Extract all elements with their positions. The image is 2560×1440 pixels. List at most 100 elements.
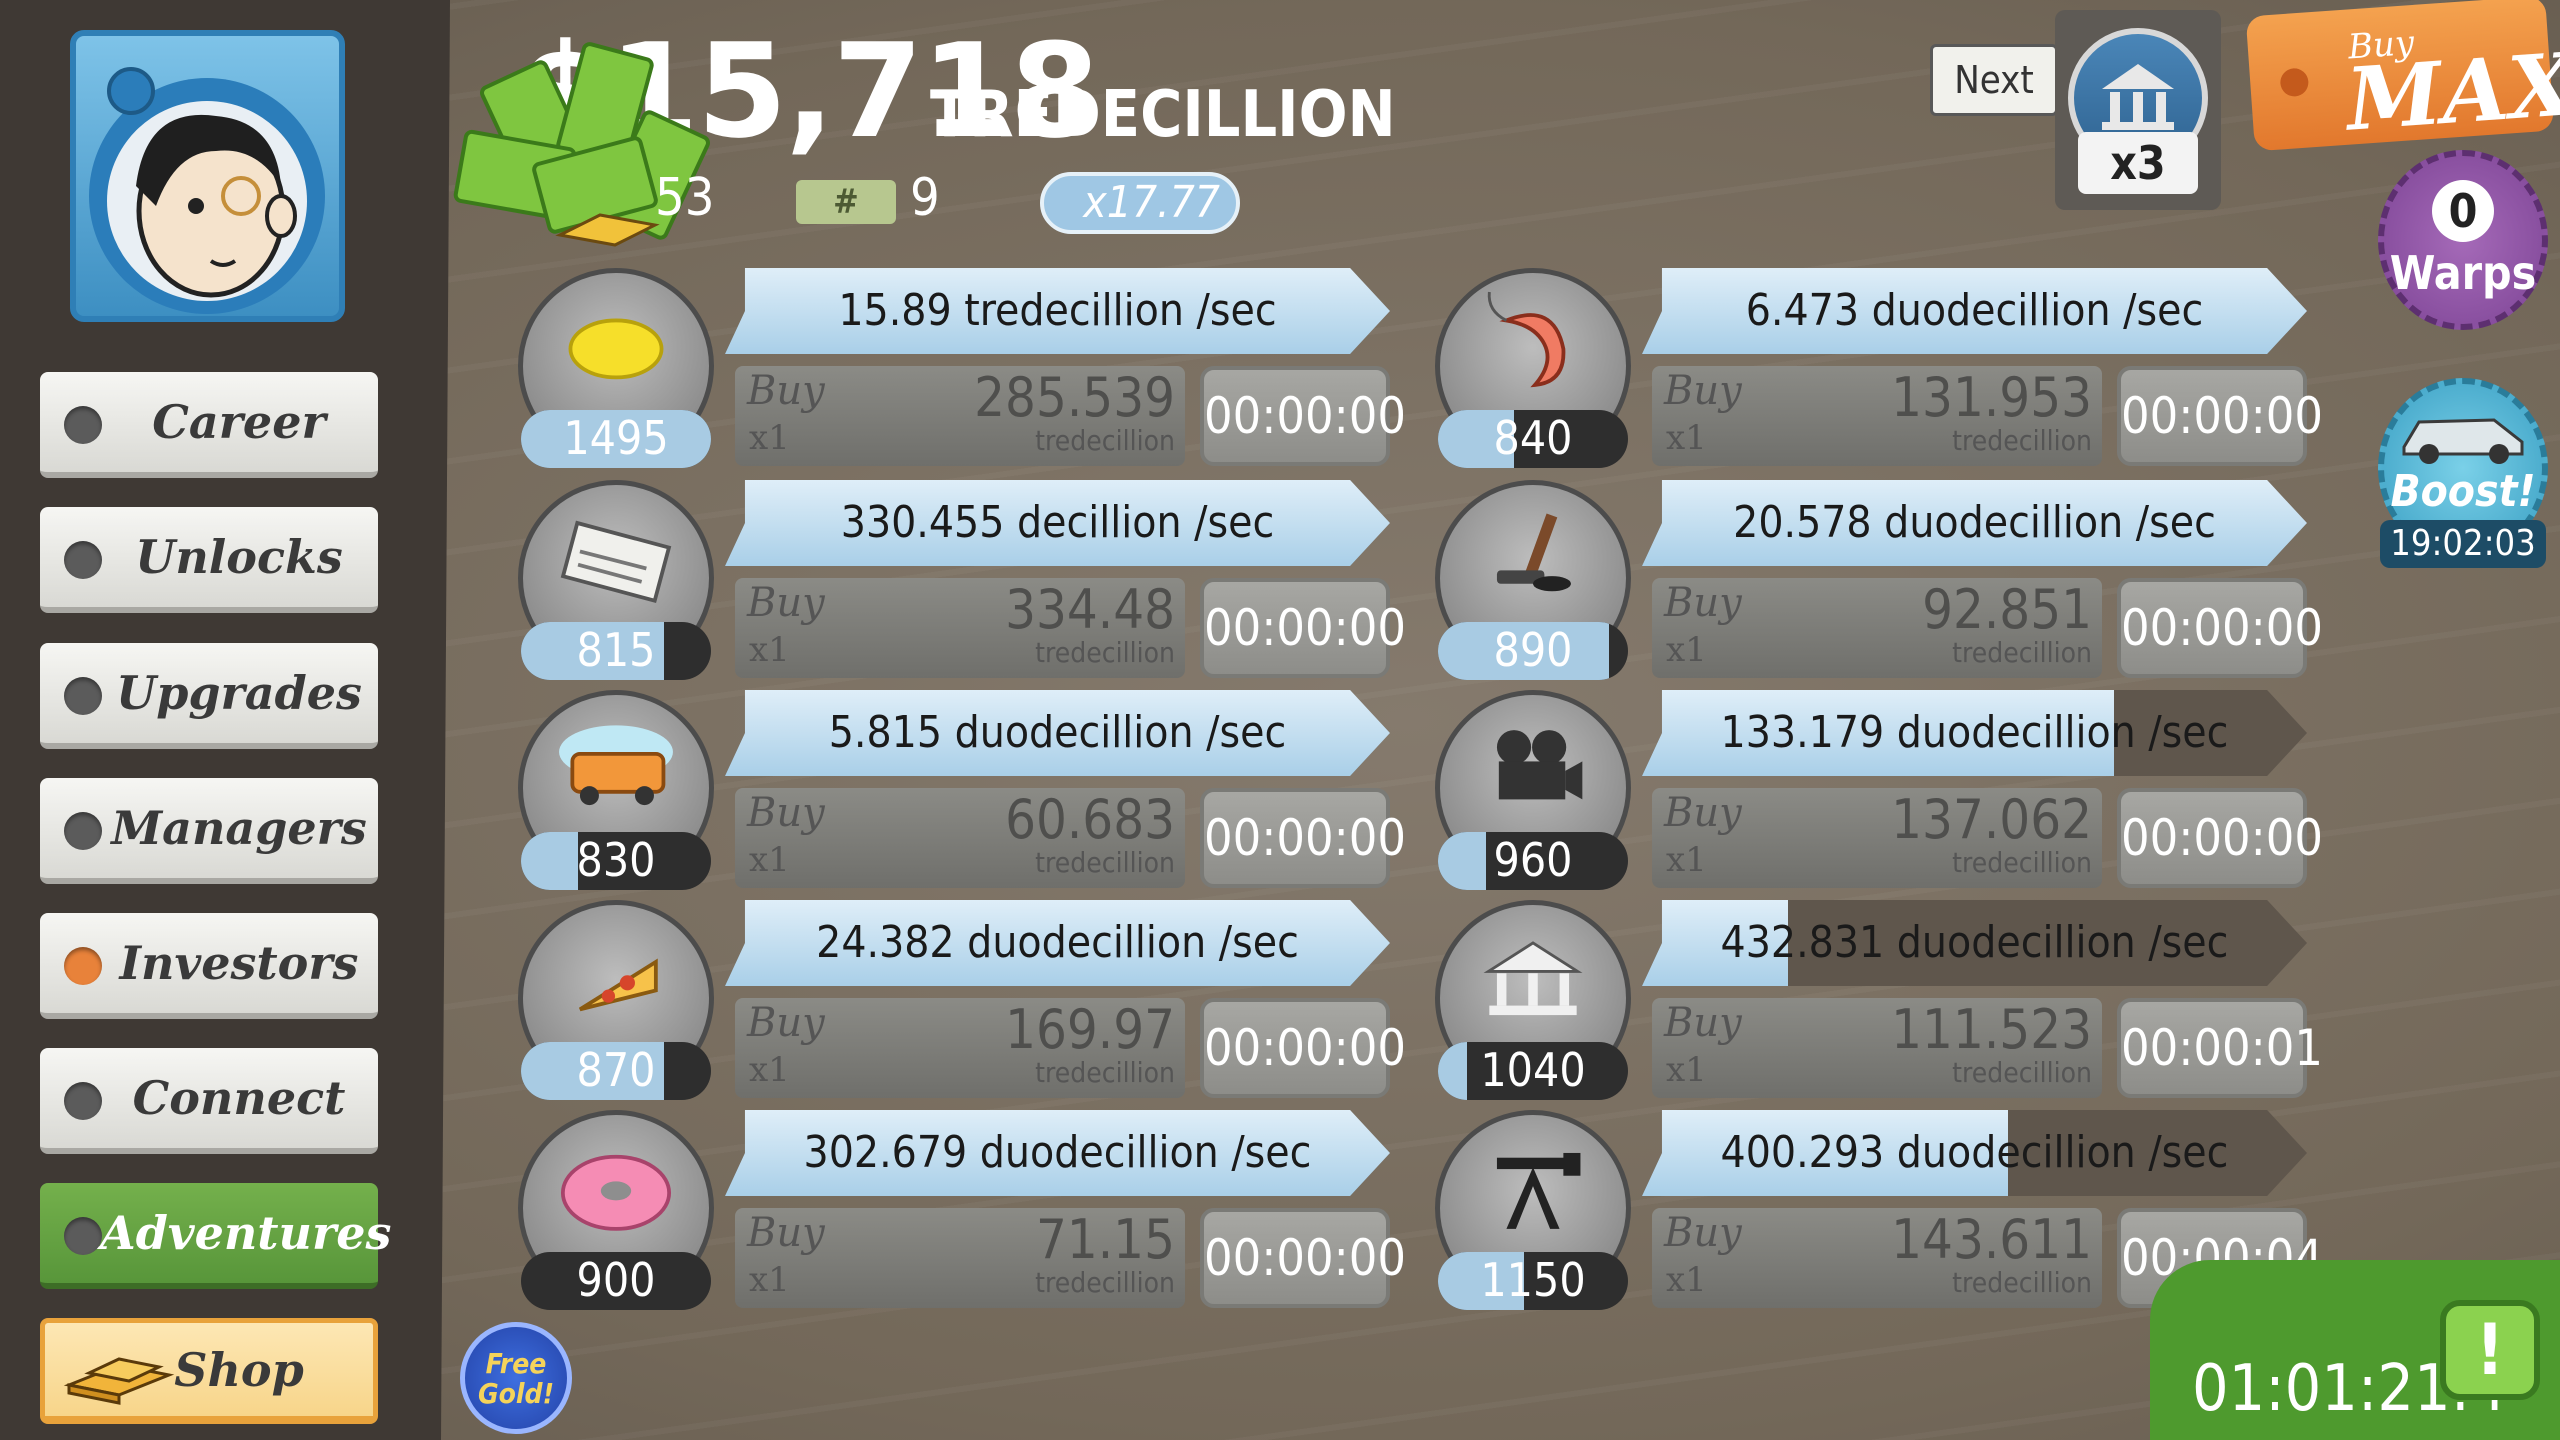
buy-business-button[interactable]: Buy x1 137.062 tredecillion xyxy=(1652,788,2102,888)
indicator-dot xyxy=(64,1082,102,1120)
business-count: 900 xyxy=(521,1252,711,1310)
revenue-progress-bar[interactable]: 15.89 tredecillion /sec xyxy=(725,268,1390,354)
business-count-value: 1495 xyxy=(563,411,669,465)
buy-quantity: x1 xyxy=(1666,840,1707,880)
buy-label: Buy xyxy=(747,790,825,836)
revenue-rate: 330.455 decillion /sec xyxy=(840,497,1275,548)
warps-label: Warps xyxy=(2389,246,2537,300)
sidebar-item-adventures[interactable]: Adventures xyxy=(40,1183,391,1289)
revenue-progress-bar[interactable]: 400.293 duodecillion /sec xyxy=(1642,1110,2307,1196)
business-timer: 00:00:00 xyxy=(2117,578,2323,678)
business-count-value: 1040 xyxy=(1480,1043,1586,1097)
sidebar-item-unlocks[interactable]: Unlocks xyxy=(40,507,378,613)
indicator-dot xyxy=(64,541,102,579)
business-count-value: 830 xyxy=(576,833,656,887)
business-timer: 00:00:01 xyxy=(2117,998,2323,1098)
buy-cost-unit: tredecillion xyxy=(1035,1266,1175,1299)
buy-cost-unit: tredecillion xyxy=(1952,1266,2092,1299)
buy-cost: 92.851 xyxy=(1922,578,2092,641)
buy-business-button[interactable]: Buy x1 143.611 tredecillion xyxy=(1652,1208,2102,1308)
warps-count: 0 xyxy=(2432,180,2494,242)
buy-label: Buy xyxy=(747,368,825,414)
buy-cost-unit: tredecillion xyxy=(1952,846,2092,879)
buy-label: Buy xyxy=(1664,368,1742,414)
revenue-progress-bar[interactable]: 133.179 duodecillion /sec xyxy=(1642,690,2307,776)
buy-quantity: x1 xyxy=(749,630,790,670)
free-gold-button[interactable]: Free Gold! xyxy=(460,1322,572,1434)
business-count-value: 890 xyxy=(1493,623,1573,677)
buy-label: Buy xyxy=(1664,790,1742,836)
revenue-rate: 6.473 duodecillion /sec xyxy=(1745,285,2204,336)
buy-cost-unit: tredecillion xyxy=(1952,636,2092,669)
business-count: 1040 xyxy=(1438,1042,1628,1100)
buy-business-button[interactable]: Buy x1 92.851 tredecillion xyxy=(1652,578,2102,678)
next-unlock-button[interactable]: Next xyxy=(1930,44,2058,116)
sidebar-item-upgrades[interactable]: Upgrades xyxy=(40,643,378,749)
buy-business-button[interactable]: Buy x1 169.97 tredecillion xyxy=(735,998,1185,1098)
megabucks-icon: # xyxy=(796,180,896,224)
avatar[interactable] xyxy=(70,30,345,322)
buy-quantity: x1 xyxy=(1666,418,1707,458)
buy-cost: 334.48 xyxy=(1005,578,1175,641)
revenue-progress-bar[interactable]: 6.473 duodecillion /sec xyxy=(1642,268,2307,354)
revenue-progress-bar[interactable]: 24.382 duodecillion /sec xyxy=(725,900,1390,986)
buy-business-button[interactable]: Buy x1 111.523 tredecillion xyxy=(1652,998,2102,1098)
buy-cost: 60.683 xyxy=(1005,788,1175,851)
sidebar-item-connect[interactable]: Connect xyxy=(40,1048,378,1154)
buy-cost: 285.539 xyxy=(974,366,1175,429)
buy-label: Buy xyxy=(747,1000,825,1046)
sidebar-item-shop[interactable]: Shop xyxy=(40,1318,378,1424)
buy-label: Buy xyxy=(747,1210,825,1256)
buy-business-button[interactable]: Buy x1 334.48 tredecillion xyxy=(735,578,1185,678)
buy-cost-unit: tredecillion xyxy=(1035,1056,1175,1089)
buy-max-button[interactable]: Buy MAX xyxy=(2245,0,2560,152)
astronaut-icon xyxy=(89,67,325,314)
buy-business-button[interactable]: Buy x1 71.15 tredecillion xyxy=(735,1208,1185,1308)
business-count: 960 xyxy=(1438,832,1628,890)
cash-unit: TREDECILLION xyxy=(930,78,1396,152)
free-gold-line2: Gold! xyxy=(477,1377,555,1410)
business-count-value: 840 xyxy=(1493,411,1573,465)
revenue-progress-bar[interactable]: 302.679 duodecillion /sec xyxy=(725,1110,1390,1196)
business-timer: 00:00:00 xyxy=(1200,1208,1406,1308)
boost-label: Boost! xyxy=(2390,466,2536,517)
buy-label: Buy xyxy=(1664,580,1742,626)
money-pile-icon xyxy=(440,30,780,260)
buy-label: Buy xyxy=(1664,1000,1742,1046)
gold-count: 53 xyxy=(655,168,715,228)
business-count-value: 900 xyxy=(576,1253,656,1307)
sidebar-item-career[interactable]: Career xyxy=(40,372,378,478)
sidebar-item-managers[interactable]: Managers xyxy=(40,778,378,884)
tv-alert-icon[interactable]: ! xyxy=(2440,1300,2540,1400)
boost-button[interactable]: Boost! 19:02:03 xyxy=(2378,378,2548,568)
warps-button[interactable]: 0 Warps xyxy=(2378,150,2548,330)
time-machine-car-icon xyxy=(2402,418,2524,464)
business-count-value: 1150 xyxy=(1480,1253,1586,1307)
milestone-progress-fill xyxy=(1438,1042,1467,1100)
buy-business-button[interactable]: Buy x1 60.683 tredecillion xyxy=(735,788,1185,888)
business-count: 870 xyxy=(521,1042,711,1100)
revenue-rate: 20.578 duodecillion /sec xyxy=(1733,497,2216,548)
revenue-progress-bar[interactable]: 432.831 duodecillion /sec xyxy=(1642,900,2307,986)
revenue-progress-bar[interactable]: 5.815 duodecillion /sec xyxy=(725,690,1390,776)
revenue-progress-bar[interactable]: 20.578 duodecillion /sec xyxy=(1642,480,2307,566)
business-count-value: 815 xyxy=(576,623,656,677)
indicator-dot xyxy=(64,947,102,985)
sidebar-item-investors[interactable]: Investors xyxy=(40,913,378,1019)
next-unlock-multiplier: x3 xyxy=(2078,132,2198,194)
buy-quantity: x1 xyxy=(1666,1260,1707,1300)
buy-quantity: x1 xyxy=(749,840,790,880)
business-timer: 00:00:00 xyxy=(1200,366,1406,466)
revenue-progress-bar[interactable]: 330.455 decillion /sec xyxy=(725,480,1390,566)
buy-label: Buy xyxy=(747,580,825,626)
business-count: 1495 xyxy=(521,410,711,468)
buy-business-button[interactable]: Buy x1 131.953 tredecillion xyxy=(1652,366,2102,466)
buy-business-button[interactable]: Buy x1 285.539 tredecillion xyxy=(735,366,1185,466)
buy-cost: 111.523 xyxy=(1891,998,2092,1061)
business-count-value: 870 xyxy=(576,1043,656,1097)
buy-cost-unit: tredecillion xyxy=(1952,424,2092,457)
angel-multiplier[interactable]: x17.77 xyxy=(1040,172,1240,234)
indicator-dot xyxy=(64,406,102,444)
business-timer: 00:00:00 xyxy=(2117,788,2323,888)
buy-cost-unit: tredecillion xyxy=(1035,424,1175,457)
